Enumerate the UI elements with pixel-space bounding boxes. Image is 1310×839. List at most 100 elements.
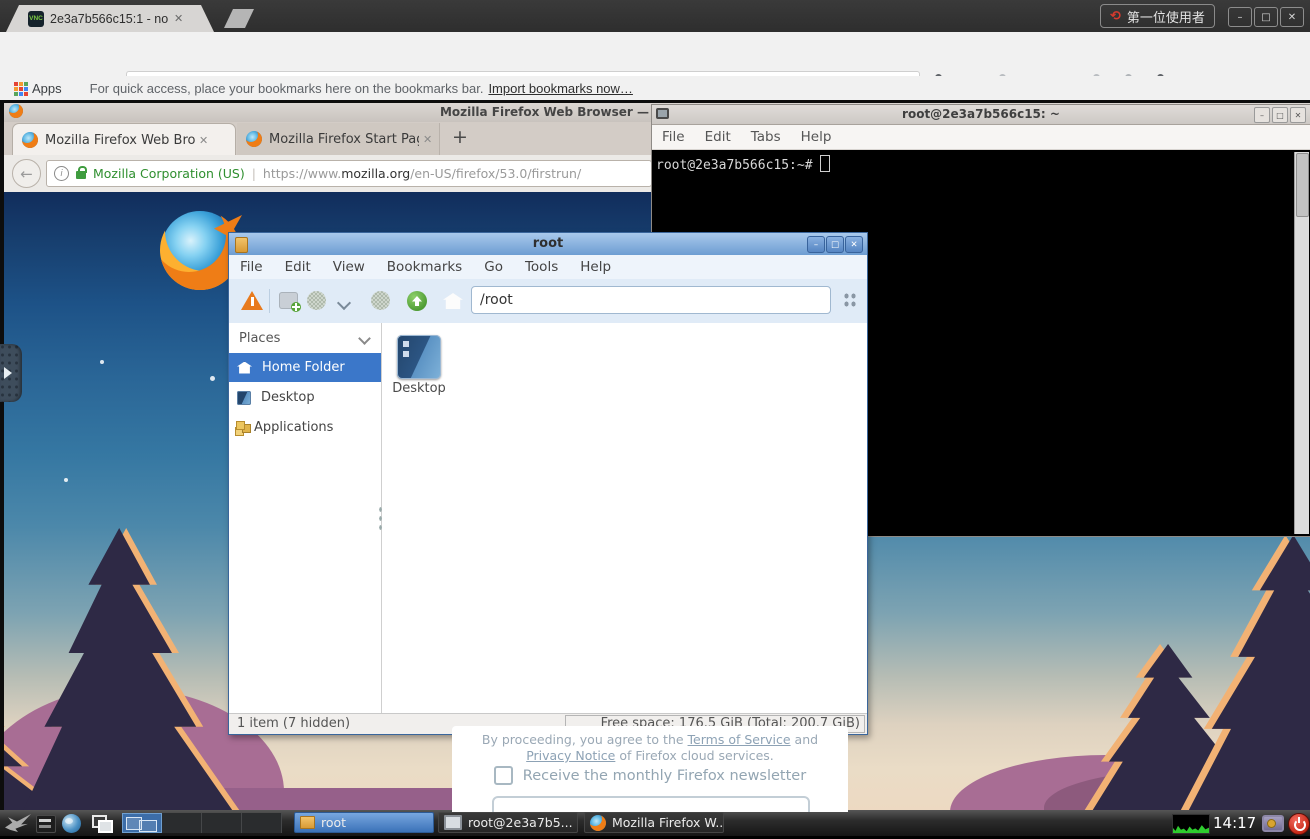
newsletter-checkbox[interactable] — [494, 766, 513, 785]
fm-close-button[interactable]: ✕ — [845, 236, 863, 253]
sidebar-item-home-folder[interactable]: Home Folder — [229, 353, 381, 382]
tab-close-icon[interactable]: ✕ — [174, 12, 183, 25]
window-maximize-button[interactable]: □ — [1254, 7, 1278, 27]
file-manager-window: root – □ ✕ File Edit View Bookmarks Go T… — [228, 232, 868, 735]
fm-toolbar: /root — [229, 279, 867, 324]
connect-server-icon[interactable] — [843, 292, 857, 308]
window-close-button[interactable]: ✕ — [1280, 7, 1304, 27]
clock: 14:17 — [1213, 814, 1256, 832]
menu-bookmarks[interactable]: Bookmarks — [376, 259, 473, 275]
url-pathname: /en-US/firefox/53.0/firstrun/ — [410, 166, 581, 181]
terminal-title: root@2e3a7b566c15: ~ — [652, 107, 1310, 121]
menu-go[interactable]: Go — [473, 259, 514, 275]
sidebar-item-desktop[interactable]: Desktop — [229, 383, 381, 412]
profile-sync-icon: ⟲ — [1110, 9, 1121, 24]
power-icon[interactable] — [1288, 813, 1310, 835]
sidebar-splitter[interactable] — [378, 505, 383, 531]
fm-minimize-button[interactable]: – — [807, 236, 825, 253]
workspace-3[interactable] — [202, 813, 242, 833]
chrome-tab-title: 2e3a7b566c15:1 - no — [50, 12, 168, 26]
places-header[interactable]: Places — [229, 327, 381, 351]
tab-close-icon[interactable]: ✕ — [199, 134, 208, 147]
menu-tools[interactable]: Tools — [514, 259, 569, 275]
scrollbar-thumb[interactable] — [1296, 153, 1309, 217]
task-button-firefox[interactable]: Mozilla Firefox W... — [584, 812, 724, 833]
fm-sidebar: Places Home Folder Desktop Applications — [229, 323, 382, 713]
browser-launcher-icon[interactable] — [62, 814, 81, 833]
firefox-icon — [22, 132, 38, 148]
newsletter-label: Receive the monthly Firefox newsletter — [523, 768, 806, 784]
import-bookmarks-link[interactable]: Import bookmarks now… — [488, 81, 633, 96]
menu-view[interactable]: View — [322, 259, 376, 275]
terminal-scrollbar[interactable] — [1294, 152, 1309, 534]
star-dot — [64, 478, 68, 482]
terminal-minimize-button[interactable]: – — [1254, 107, 1270, 123]
window-minimize-button[interactable]: – — [1228, 7, 1252, 27]
workspace-2[interactable] — [162, 813, 202, 833]
sidebar-item-label: Applications — [254, 420, 333, 435]
task-label: root@2e3a7b5... — [468, 815, 573, 830]
home-icon[interactable] — [443, 293, 463, 309]
iconify-windows-icon[interactable] — [92, 815, 112, 831]
file-manager-launcher-icon[interactable] — [36, 815, 56, 833]
firefox-icon — [590, 815, 606, 831]
desktop-icon — [237, 391, 251, 405]
up-directory-icon[interactable] — [407, 291, 427, 311]
forward-icon[interactable] — [371, 291, 390, 310]
apps-grid-icon[interactable] — [14, 82, 18, 86]
item-count: 1 item (7 hidden) — [237, 716, 350, 731]
workspace-4[interactable] — [242, 813, 282, 833]
lxde-menu-icon[interactable] — [5, 814, 31, 832]
menu-help[interactable]: Help — [569, 259, 622, 275]
terminal-titlebar[interactable]: root@2e3a7b566c15: ~ – □ ✕ — [652, 105, 1310, 125]
firefox-info-icon[interactable]: i — [54, 166, 69, 181]
firefox-urlbar[interactable]: i Mozilla Corporation (US) | https://www… — [46, 160, 652, 187]
fm-titlebar[interactable]: root – □ ✕ — [229, 233, 867, 255]
newsletter-row: Receive the monthly Firefox newsletter — [452, 766, 848, 785]
firefox-new-tab-button[interactable]: + — [452, 126, 468, 148]
tab-close-icon[interactable]: ✕ — [423, 133, 432, 146]
task-label: Mozilla Firefox W... — [612, 815, 724, 830]
lock-icon — [76, 171, 86, 179]
site-identity[interactable]: Mozilla Corporation (US) — [93, 166, 245, 181]
new-tab-icon[interactable] — [279, 292, 298, 309]
file-desktop-label[interactable]: Desktop — [381, 381, 457, 396]
terminal-close-button[interactable]: ✕ — [1290, 107, 1306, 123]
apps-label[interactable]: Apps — [32, 81, 62, 96]
menu-edit[interactable]: Edit — [274, 259, 322, 275]
menu-file[interactable]: File — [229, 259, 274, 275]
firefox-tab-active[interactable]: Mozilla Firefox Web Bro ✕ — [12, 123, 236, 156]
menu-tabs[interactable]: Tabs — [741, 129, 791, 145]
warning-icon[interactable] — [241, 291, 263, 310]
new-tab-button[interactable] — [224, 9, 254, 28]
task-button-root[interactable]: root — [294, 812, 434, 833]
profile-chip[interactable]: ⟲ 第一位使用者 — [1100, 4, 1215, 28]
novnc-favicon-icon: VNC — [28, 11, 44, 27]
task-button-terminal[interactable]: root@2e3a7b5... — [438, 812, 578, 833]
firefox-back-button[interactable]: ← — [12, 159, 41, 188]
sidebar-item-applications[interactable]: Applications — [229, 413, 381, 442]
terminal-maximize-button[interactable]: □ — [1272, 107, 1288, 123]
chrome-toolbar: ← → ↻ ⌂ i 127.0.0.1:6080/vnc.html?autoco… — [0, 32, 1310, 76]
menu-file[interactable]: File — [652, 129, 695, 145]
cpu-monitor — [1172, 814, 1210, 834]
chrome-tab[interactable]: VNC 2e3a7b566c15:1 - no ✕ — [6, 5, 214, 32]
file-desktop-icon[interactable] — [397, 335, 441, 379]
applications-icon — [237, 422, 244, 429]
bookmarks-hint: For quick access, place your bookmarks h… — [90, 81, 484, 96]
privacy-link[interactable]: Privacy Notice — [526, 748, 615, 763]
path-field[interactable]: /root — [471, 286, 831, 314]
lock-screen-icon[interactable] — [1262, 815, 1284, 832]
novnc-control-handle[interactable] — [0, 344, 22, 402]
back-icon[interactable] — [307, 291, 326, 310]
workspace-1[interactable] — [122, 813, 162, 833]
url-domain: mozilla.org — [341, 166, 410, 181]
history-dropdown-icon[interactable] — [337, 296, 351, 310]
menu-edit[interactable]: Edit — [695, 129, 741, 145]
tree — [1183, 535, 1310, 812]
firefox-tab-inactive[interactable]: Mozilla Firefox Start Pag ✕ — [237, 123, 440, 155]
menu-help[interactable]: Help — [791, 129, 842, 145]
email-field[interactable] — [492, 796, 810, 812]
terms-link[interactable]: Terms of Service — [688, 732, 791, 747]
fm-maximize-button[interactable]: □ — [826, 236, 844, 253]
